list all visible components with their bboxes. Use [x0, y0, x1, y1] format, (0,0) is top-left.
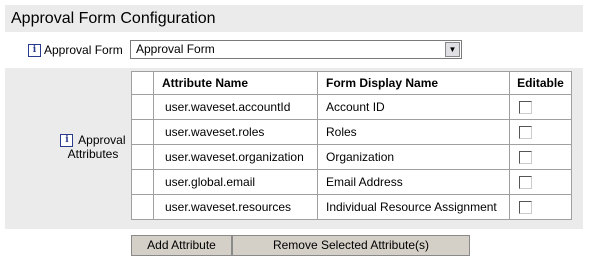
row-select-cell[interactable] — [131, 194, 154, 220]
column-header-editable: Editable — [509, 71, 572, 95]
table-row[interactable]: user.global.email Email Address — [131, 169, 572, 195]
attribute-name-cell: user.waveset.organization — [153, 144, 318, 170]
display-name-cell: Organization — [317, 144, 510, 170]
info-icon[interactable]: i — [28, 43, 41, 57]
editable-cell — [509, 94, 572, 120]
editable-checkbox[interactable] — [519, 126, 532, 140]
editable-cell — [509, 144, 572, 170]
display-name-cell: Account ID — [317, 94, 510, 120]
row-select-cell[interactable] — [131, 119, 154, 145]
approval-attributes-label: i Approval Attributes — [60, 133, 126, 161]
add-attribute-button[interactable]: Add Attribute — [131, 235, 232, 256]
attribute-name-cell: user.global.email — [153, 169, 318, 195]
attribute-name-cell: user.waveset.accountId — [153, 94, 318, 120]
editable-cell — [509, 169, 572, 195]
page-title: Approval Form Configuration — [5, 5, 583, 32]
chevron-down-icon[interactable]: ▼ — [445, 42, 460, 57]
display-name-cell: Email Address — [317, 169, 510, 195]
approval-form-select-value: Approval Form — [136, 42, 215, 56]
select-column-header — [131, 71, 154, 95]
table-row[interactable]: user.waveset.resources Individual Resour… — [131, 194, 572, 220]
column-header-form-display-name: Form Display Name — [317, 71, 510, 95]
info-icon[interactable]: i — [60, 134, 74, 148]
row-select-cell[interactable] — [131, 169, 154, 195]
attribute-name-cell: user.waveset.resources — [153, 194, 318, 220]
approval-form-label-text: Approval Form — [44, 43, 123, 57]
display-name-cell: Roles — [317, 119, 510, 145]
approval-form-label: i Approval Form — [28, 40, 123, 60]
column-header-attribute-name: Attribute Name — [153, 71, 318, 95]
approval-form-select[interactable]: Approval Form ▼ — [130, 40, 462, 59]
editable-checkbox[interactable] — [519, 151, 532, 165]
approval-attributes-label-text: Approval Attributes — [67, 133, 126, 162]
editable-checkbox[interactable] — [519, 176, 532, 190]
attributes-table: Attribute Name Form Display Name Editabl… — [131, 71, 572, 220]
display-name-cell: Individual Resource Assignment — [317, 194, 510, 220]
table-row[interactable]: user.waveset.roles Roles — [131, 119, 572, 145]
editable-cell — [509, 119, 572, 145]
table-row[interactable]: user.waveset.organization Organization — [131, 144, 572, 170]
table-row[interactable]: user.waveset.accountId Account ID — [131, 94, 572, 120]
attribute-name-cell: user.waveset.roles — [153, 119, 318, 145]
editable-checkbox[interactable] — [519, 101, 532, 115]
remove-selected-attributes-button[interactable]: Remove Selected Attribute(s) — [232, 235, 470, 256]
editable-checkbox[interactable] — [519, 201, 532, 215]
row-select-cell[interactable] — [131, 94, 154, 120]
editable-cell — [509, 194, 572, 220]
row-select-cell[interactable] — [131, 144, 154, 170]
table-header-row: Attribute Name Form Display Name Editabl… — [131, 71, 572, 95]
